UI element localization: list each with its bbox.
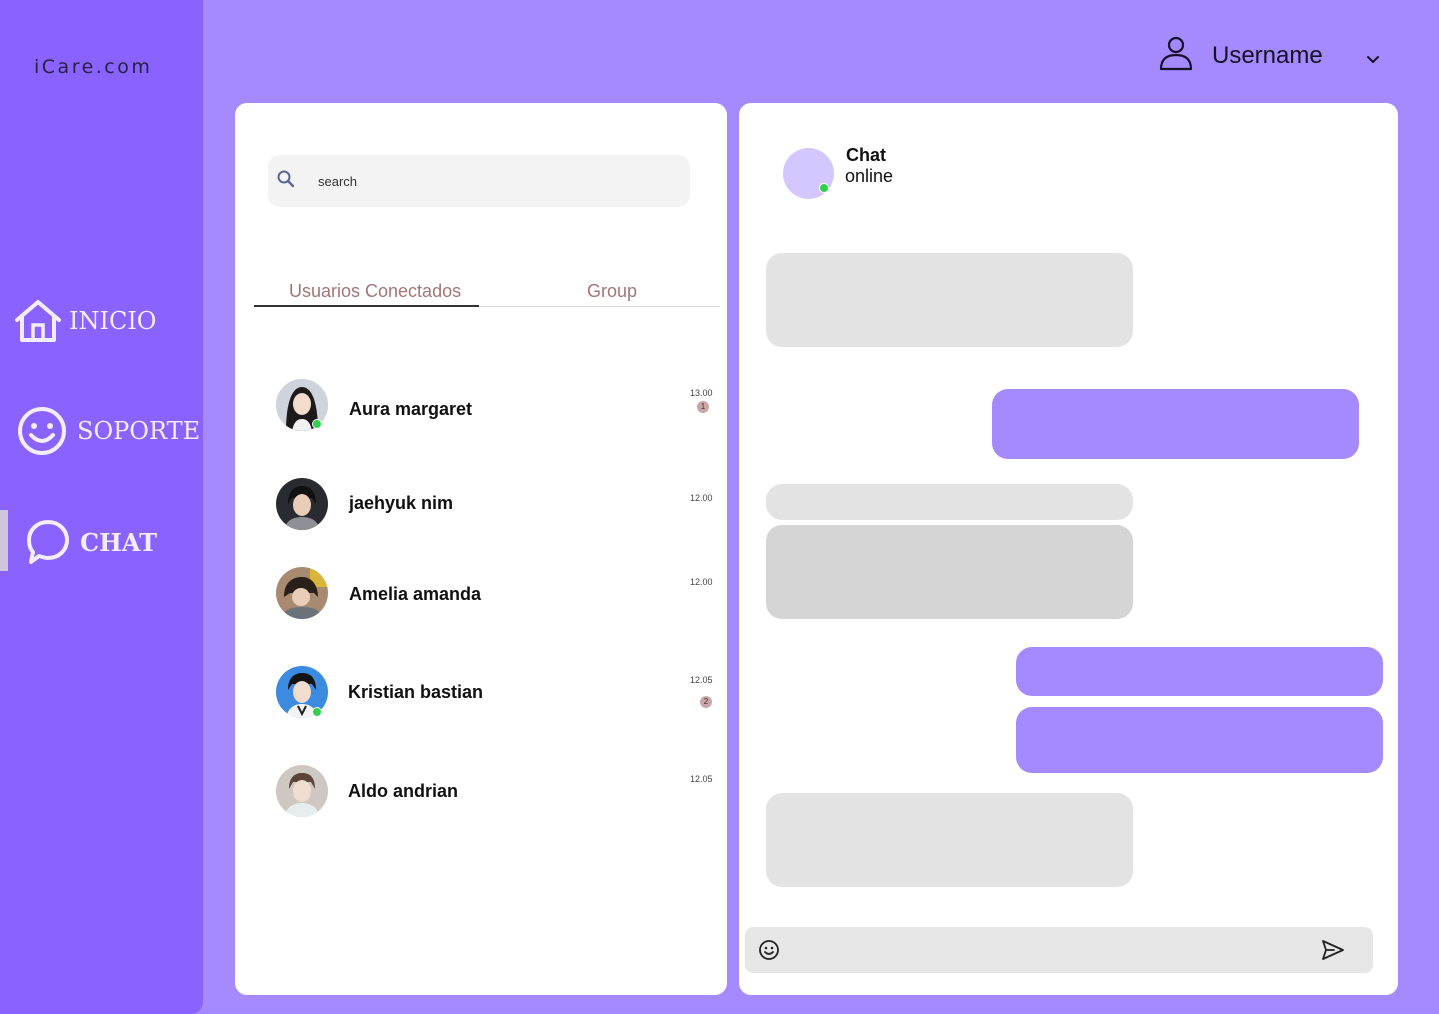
active-tab-underline: [254, 305, 479, 307]
contacts-panel: Usuarios Conectados Group Aura margaret …: [235, 103, 727, 995]
contact-name: Kristian bastian: [348, 682, 484, 702]
unread-badge: 1: [697, 401, 709, 413]
sidebar-item-soporte[interactable]: SOPORTE: [17, 406, 200, 456]
unread-badge: 2: [700, 696, 712, 708]
received-message-bubble: [766, 525, 1133, 619]
chat-panel: Chat online: [739, 103, 1398, 995]
search-icon: [268, 169, 296, 194]
contact-time: 13.00: [690, 388, 713, 398]
sent-message-bubble: [1016, 707, 1383, 773]
chat-avatar: [783, 148, 834, 199]
active-indicator: [0, 510, 8, 571]
sidebar-item-label: CHAT: [80, 527, 157, 557]
contact-tabs: Usuarios Conectados Group: [254, 275, 720, 307]
contact-item[interactable]: Aura margaret 13.00 1: [235, 378, 727, 438]
home-icon: [13, 298, 63, 344]
send-icon[interactable]: [1321, 939, 1345, 966]
online-indicator: [819, 183, 829, 193]
sidebar: iCare.com INICIO SOPORTE CHAT: [0, 0, 203, 1014]
username: Username: [1212, 41, 1323, 69]
message-composer: [745, 927, 1373, 973]
contact-item[interactable]: jaehyuk nim 12.00: [235, 477, 727, 537]
avatar: [276, 765, 328, 817]
sidebar-item-inicio[interactable]: INICIO: [13, 298, 156, 344]
sidebar-item-label: INICIO: [69, 307, 157, 335]
contact-time: 12.00: [690, 493, 713, 503]
user-menu[interactable]: Username: [1158, 35, 1323, 76]
sidebar-item-label: SOPORTE: [77, 417, 201, 445]
search-bar[interactable]: [268, 155, 690, 207]
contact-name: Aldo andrian: [348, 781, 459, 801]
chevron-down-icon[interactable]: [1366, 53, 1380, 72]
received-message-bubble: [766, 253, 1133, 347]
sent-message-bubble: [992, 389, 1359, 459]
contact-name: jaehyuk nim: [349, 493, 454, 513]
contact-name: Amelia amanda: [349, 584, 482, 604]
online-indicator: [312, 707, 322, 717]
contact-time: 12.00: [690, 577, 713, 587]
user-icon: [1158, 35, 1194, 76]
contact-item[interactable]: Aldo andrian 12.05: [235, 764, 727, 824]
contact-name: Aura margaret: [349, 399, 473, 419]
smiley-icon: [17, 406, 67, 456]
received-message-bubble: [766, 793, 1133, 887]
tab-group[interactable]: Group: [587, 281, 637, 302]
message-input[interactable]: [793, 935, 1313, 965]
chat-status: online: [845, 166, 894, 186]
contact-item[interactable]: Amelia amanda 12.00: [235, 566, 727, 626]
avatar: [276, 567, 328, 619]
online-indicator: [312, 419, 322, 429]
contact-time: 12.05: [690, 675, 713, 685]
chat-bubble-icon: [26, 518, 70, 566]
chat-title: Chat: [846, 145, 886, 165]
tab-usuarios-conectados[interactable]: Usuarios Conectados: [289, 281, 461, 302]
avatar: [276, 478, 328, 530]
sidebar-item-chat[interactable]: CHAT: [26, 518, 157, 566]
contact-item[interactable]: Kristian bastian 12.05 2: [235, 665, 727, 725]
app-logo: iCare.com: [34, 56, 153, 78]
sent-message-bubble: [1016, 647, 1383, 696]
contact-time: 12.05: [690, 774, 713, 784]
emoji-icon[interactable]: [758, 939, 780, 966]
received-message-bubble: [766, 484, 1133, 520]
search-input[interactable]: [318, 173, 638, 189]
